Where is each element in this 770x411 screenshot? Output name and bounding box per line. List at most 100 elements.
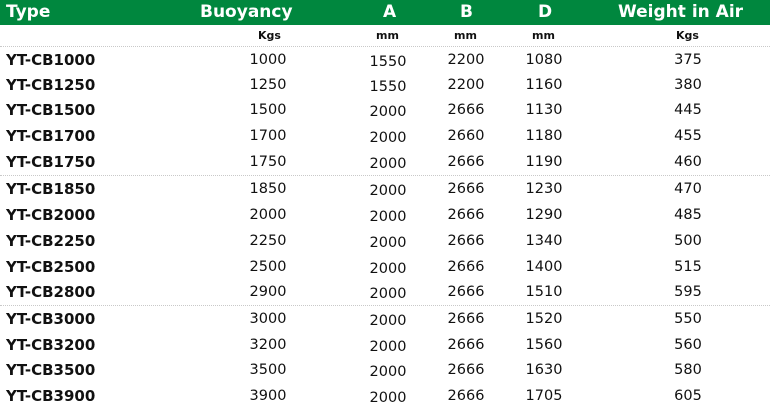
buoyancy-cell: 3900 (249, 388, 287, 404)
d-cell: 1400 (525, 259, 563, 275)
table-row: YT-CB2250 2250 2000 2666 1340 500 (0, 228, 770, 254)
weight-cell: 455 (674, 128, 702, 144)
weight-cell: 580 (674, 362, 702, 378)
buoyancy-cell: 2250 (249, 233, 287, 249)
buoyancy-cell: 3200 (249, 337, 287, 353)
a-cell: 2000 (369, 313, 407, 329)
b-cell: 2666 (447, 154, 485, 170)
weight-cell: 560 (674, 337, 702, 353)
b-cell: 2666 (447, 362, 485, 378)
weight-cell: 605 (674, 388, 702, 404)
buoyancy-cell: 3500 (249, 362, 287, 378)
weight-cell: 460 (674, 154, 702, 170)
type-cell: YT-CB2250 (6, 232, 96, 250)
type-cell: YT-CB2000 (6, 206, 96, 224)
a-cell: 2000 (369, 364, 407, 380)
weight-cell: 515 (674, 259, 702, 275)
d-cell: 1560 (525, 337, 563, 353)
b-cell: 2666 (447, 337, 485, 353)
d-cell: 1130 (525, 102, 563, 118)
buoyancy-cell: 1700 (249, 128, 287, 144)
weight-cell: 380 (674, 77, 702, 93)
d-cell: 1705 (525, 388, 563, 404)
table-header: Type Buoyancy A B D Weight in Air (0, 0, 770, 25)
d-cell: 1290 (525, 207, 563, 223)
a-cell: 2000 (369, 209, 407, 225)
b-cell: 2666 (447, 259, 485, 275)
weight-cell: 550 (674, 311, 702, 327)
d-cell: 1510 (525, 284, 563, 300)
type-cell: YT-CB3900 (6, 387, 96, 405)
b-cell: 2666 (447, 181, 485, 197)
weight-cell: 375 (674, 52, 702, 68)
table-row: YT-CB2800 2900 2000 2666 1510 595 (0, 279, 770, 305)
b-cell: 2666 (447, 284, 485, 300)
unit-a: mm (376, 29, 399, 42)
d-cell: 1230 (525, 181, 563, 197)
spec-table: Type Buoyancy A B D Weight in Air Kgs mm… (0, 0, 770, 409)
weight-cell: 595 (674, 284, 702, 300)
b-cell: 2666 (447, 233, 485, 249)
header-type: Type (6, 2, 51, 22)
a-cell: 2000 (369, 156, 407, 172)
header-weight: Weight in Air (618, 2, 744, 22)
b-cell: 2666 (447, 311, 485, 327)
d-cell: 1190 (525, 154, 563, 170)
weight-cell: 445 (674, 102, 702, 118)
unit-weight: Kgs (676, 29, 699, 42)
type-cell: YT-CB1000 (6, 51, 96, 69)
type-cell: YT-CB2800 (6, 283, 96, 301)
header-b: B (460, 2, 473, 22)
table-row: YT-CB3200 3200 2000 2666 1560 560 (0, 332, 770, 358)
header-buoyancy: Buoyancy (200, 2, 293, 22)
a-cell: 2000 (369, 390, 407, 406)
header-d: D (538, 2, 553, 22)
table-row: YT-CB1250 1250 1550 2200 1160 380 (0, 72, 770, 98)
weight-cell: 500 (674, 233, 702, 249)
buoyancy-cell: 1850 (249, 181, 287, 197)
a-cell: 2000 (369, 286, 407, 302)
b-cell: 2666 (447, 388, 485, 404)
type-cell: YT-CB3500 (6, 361, 96, 379)
table-row: YT-CB1700 1700 2000 2660 1180 455 (0, 123, 770, 149)
a-cell: 2000 (369, 183, 407, 199)
buoyancy-cell: 2500 (249, 259, 287, 275)
unit-d: mm (532, 29, 555, 42)
a-cell: 2000 (369, 130, 407, 146)
buoyancy-cell: 3000 (249, 311, 287, 327)
d-cell: 1180 (525, 128, 563, 144)
d-cell: 1340 (525, 233, 563, 249)
buoyancy-cell: 1750 (249, 154, 287, 170)
weight-cell: 470 (674, 181, 702, 197)
table-row: YT-CB3000 3000 2000 2666 1520 550 (0, 306, 770, 332)
table-row: YT-CB3500 3500 2000 2666 1630 580 (0, 357, 770, 383)
type-cell: YT-CB3200 (6, 336, 96, 354)
d-cell: 1080 (525, 52, 563, 68)
a-cell: 2000 (369, 104, 407, 120)
buoyancy-cell: 1250 (249, 77, 287, 93)
b-cell: 2666 (447, 207, 485, 223)
type-cell: YT-CB1700 (6, 127, 96, 145)
table-row: YT-CB2000 2000 2000 2666 1290 485 (0, 202, 770, 228)
unit-b: mm (454, 29, 477, 42)
buoyancy-cell: 1500 (249, 102, 287, 118)
b-cell: 2200 (447, 77, 485, 93)
d-cell: 1160 (525, 77, 563, 93)
b-cell: 2666 (447, 102, 485, 118)
table-row: YT-CB3900 3900 2000 2666 1705 605 (0, 383, 770, 409)
table-row: YT-CB1750 1750 2000 2666 1190 460 (0, 149, 770, 175)
table-row: YT-CB1500 1500 2000 2666 1130 445 (0, 97, 770, 123)
type-cell: YT-CB1750 (6, 153, 96, 171)
table-row: YT-CB1850 1850 2000 2666 1230 470 (0, 176, 770, 202)
weight-cell: 485 (674, 207, 702, 223)
buoyancy-cell: 2900 (249, 284, 287, 300)
a-cell: 2000 (369, 235, 407, 251)
type-cell: YT-CB3000 (6, 310, 96, 328)
table-row: YT-CB1000 1000 1550 2200 1080 375 (0, 47, 770, 73)
table-row: YT-CB2500 2500 2000 2666 1400 515 (0, 254, 770, 280)
d-cell: 1520 (525, 311, 563, 327)
header-a: A (383, 2, 397, 22)
type-cell: YT-CB1500 (6, 101, 96, 119)
d-cell: 1630 (525, 362, 563, 378)
buoyancy-cell: 2000 (249, 207, 287, 223)
